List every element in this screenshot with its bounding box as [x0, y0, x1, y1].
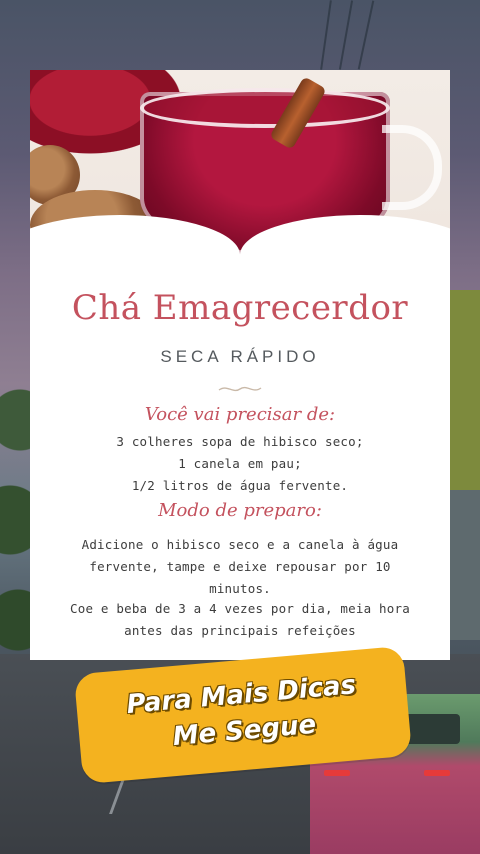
tea-mug-rim: [140, 88, 390, 128]
power-line: [357, 0, 375, 70]
photo-scallop: [30, 215, 450, 295]
bus-light: [424, 770, 450, 776]
tea-mug-handle: [382, 125, 442, 210]
recipe-card: Chá Emagrecerdor SECA RÁPIDO Você vai pr…: [30, 70, 450, 660]
power-line: [320, 0, 332, 70]
flourish-icon: [218, 386, 262, 392]
recipe-title: Chá Emagrecerdor: [71, 288, 409, 328]
ingredients-heading: Você vai precisar de:: [144, 404, 336, 425]
ingredient-item: 3 colheres sopa de hibisco seco;: [116, 434, 364, 449]
power-line: [338, 0, 354, 70]
building: [450, 290, 480, 490]
tea-photo: [30, 70, 450, 295]
ingredient-item: 1 canela em pau;: [178, 456, 302, 471]
method-line: antes das principais refeições: [124, 623, 356, 638]
building: [450, 490, 480, 640]
bus-light: [324, 770, 350, 776]
method-line: Adicione o hibisco seco e a canela à águ…: [81, 537, 399, 552]
ingredient-item: 1/2 litros de água fervente.: [131, 478, 349, 493]
method-line: minutos.: [209, 581, 271, 596]
recipe-subtitle: SECA RÁPIDO: [160, 347, 320, 366]
method-line: Coe e beba de 3 a 4 vezes por dia, meia …: [70, 601, 410, 616]
method-heading: Modo de preparo:: [158, 500, 322, 521]
method-line: fervente, tampe e deixe repousar por 10: [89, 559, 391, 574]
